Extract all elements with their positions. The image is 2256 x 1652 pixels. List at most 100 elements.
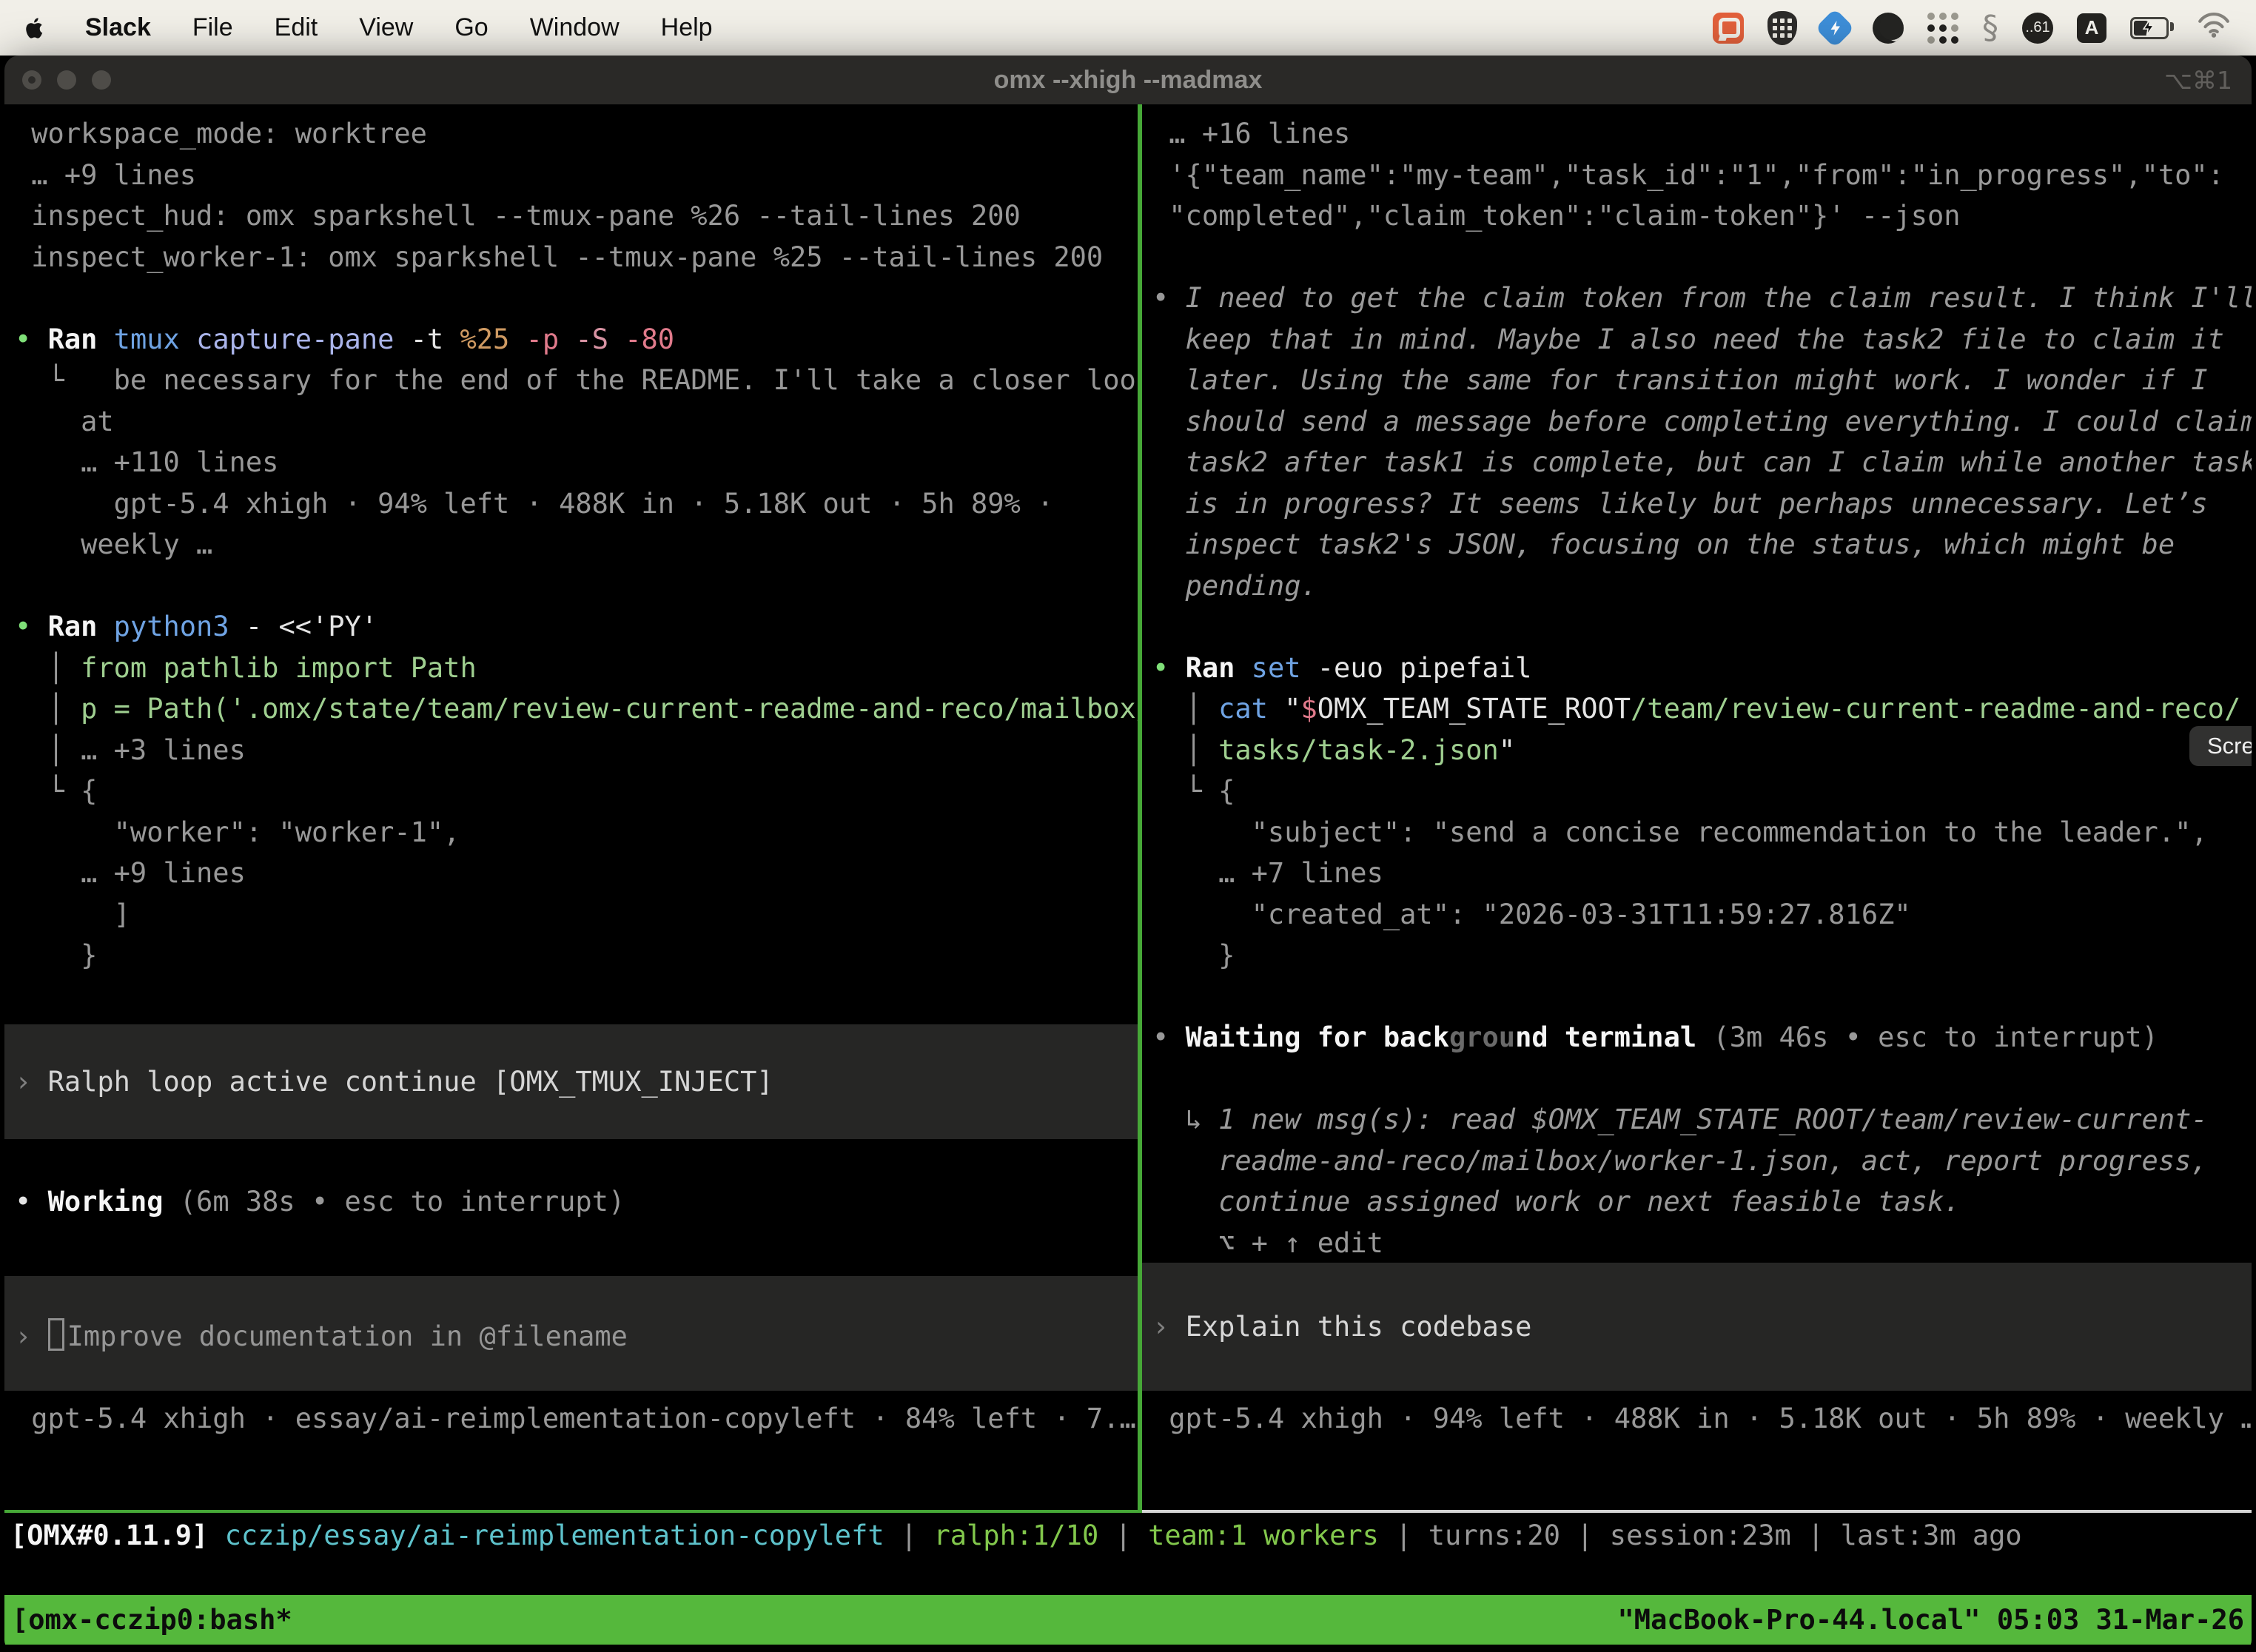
terminal-line: • Ran set -euo pipefail: [1152, 648, 2252, 689]
apple-menu-icon[interactable]: [25, 16, 45, 40]
text-segment: /team/review-current-readme-and-reco/: [1631, 693, 2240, 725]
text-segment: nd terminal: [1515, 1021, 1696, 1053]
terminal-line: └ be necessary for the end of the README…: [15, 360, 1138, 401]
text-segment: }: [1152, 939, 1235, 971]
text-segment: 1 new msg(s): read $OMX_TEAM_STATE_ROOT/…: [1218, 1104, 2208, 1135]
left-working-status: • Working (6m 38s • esc to interrupt): [4, 1181, 1138, 1223]
text-segment: python3: [114, 611, 246, 642]
left-ralph-loop-banner[interactable]: › Ralph loop active continue [OMX_TMUX_I…: [4, 1024, 1138, 1139]
terminal-line: [OMX#0.11.9] cczip/essay/ai-reimplementa…: [10, 1515, 2252, 1557]
omx-status-line: [OMX#0.11.9] cczip/essay/ai-reimplementa…: [10, 1515, 2252, 1557]
text-segment: pending.: [1152, 570, 1317, 602]
text-segment: ": [1499, 734, 1515, 766]
text-segment: | turns:20 | session:23m | last:3m ago: [1379, 1520, 2022, 1551]
text-segment: ⌥ + ↑ edit: [1152, 1227, 1383, 1259]
text-segment: -S: [575, 323, 625, 355]
blue-bolt-badge-icon[interactable]: [1815, 8, 1855, 48]
text-segment: inspect_hud: omx sparkshell --tmux-pane …: [15, 200, 1021, 232]
terminal-line: continue assigned work or next feasible …: [1152, 1181, 2252, 1223]
chat-app-icon[interactable]: [1713, 13, 1744, 44]
terminal-line: "created_at": "2026-03-31T11:59:27.816Z": [1152, 894, 2252, 936]
keyboard-layout-icon[interactable]: A: [2077, 13, 2106, 43]
left-pane-scrollback: workspace_mode: worktree … +9 lines insp…: [4, 104, 1138, 976]
terminal-line: › Explain this codebase: [1152, 1306, 1531, 1348]
zoom-button[interactable]: [92, 70, 111, 90]
terminal-window: omx --xhigh --madmax ⌥⌘1 workspace_mode:…: [4, 56, 2252, 1652]
text-segment: is in progress? It seems likely but perh…: [1152, 488, 2208, 520]
text-segment: $: [1301, 693, 1317, 725]
text-segment: -p: [526, 323, 576, 355]
window-titlebar[interactable]: omx --xhigh --madmax ⌥⌘1: [4, 56, 2252, 104]
terminal-line: [15, 565, 1138, 607]
text-segment: │: [15, 652, 81, 684]
squiggle-icon[interactable]: §: [1982, 12, 1998, 44]
terminal-line: later. Using the same for transition mig…: [1152, 360, 2252, 401]
terminal-line: }: [15, 935, 1138, 976]
text-segment: Ran: [1186, 652, 1252, 684]
left-model-status-line: gpt-5.4 xhigh · essay/ai-reimplementatio…: [4, 1398, 1138, 1440]
close-button[interactable]: [22, 70, 41, 90]
terminal-line: task2 after task1 is complete, but can I…: [1152, 442, 2252, 483]
text-segment: ]: [15, 899, 130, 930]
left-prompt-input[interactable]: › Improve documentation in @filename: [4, 1276, 1138, 1391]
terminal-line: … +7 lines: [1152, 853, 2252, 894]
terminal-line: └ {: [1152, 770, 2252, 812]
text-segment: Waiting for back: [1186, 1021, 1449, 1053]
terminal-line: │ cat "$OMX_TEAM_STATE_ROOT/team/review-…: [1152, 688, 2252, 730]
pane-right[interactable]: … +16 lines '{"team_name":"my-team","tas…: [1142, 104, 2252, 1510]
text-segment: "completed","claim_token":"claim-token"}…: [1152, 200, 1961, 232]
count-badge-icon[interactable]: ..61: [2022, 13, 2053, 44]
menu-item-go[interactable]: Go: [454, 13, 488, 41]
text-segment: •: [15, 323, 48, 355]
wifi-icon[interactable]: [2197, 11, 2231, 44]
terminal-line: weekly …: [15, 524, 1138, 565]
text-segment: p = Path('.omx/state/team/review-current…: [81, 693, 1138, 725]
menu-item-edit[interactable]: Edit: [275, 13, 318, 41]
text-segment: Improve documentation in @filename: [67, 1320, 628, 1352]
dots-grid-icon[interactable]: [1927, 13, 1958, 44]
shield-grid-icon[interactable]: [1767, 11, 1797, 45]
text-segment: |: [1098, 1520, 1148, 1551]
terminal-line: gpt-5.4 xhigh · essay/ai-reimplementatio…: [15, 1398, 1138, 1440]
terminal-line: │ p = Path('.omx/state/team/review-curre…: [15, 688, 1138, 730]
text-segment: Ran: [48, 323, 114, 355]
menu-item-view[interactable]: View: [359, 13, 413, 41]
text-segment: (3m 46s • esc to interrupt): [1696, 1021, 2158, 1053]
minimize-button[interactable]: [57, 70, 76, 90]
terminal-line: pending.: [1152, 565, 2252, 607]
tmux-status-bar: [omx-cczip0:bash* "MacBook-Pro-44.local"…: [4, 1595, 2252, 1645]
terminal-line: [1152, 237, 2252, 278]
menu-item-help[interactable]: Help: [661, 13, 713, 41]
text-segment: weekly …: [15, 528, 212, 560]
text-segment: Explain this codebase: [1186, 1311, 1532, 1343]
terminal-line: [1152, 1058, 2252, 1100]
terminal-line: workspace_mode: worktree: [15, 113, 1138, 155]
menu-app-name[interactable]: Slack: [85, 13, 151, 42]
text-segment: -euo pipefail: [1317, 652, 1532, 684]
tmux-session-label[interactable]: [omx-cczip0:bash*: [12, 1604, 1618, 1636]
text-segment: set: [1252, 652, 1317, 684]
terminal-line: gpt-5.4 xhigh · 94% left · 488K in · 5.1…: [15, 483, 1138, 525]
text-segment: inspect task2's JSON, focusing on the st…: [1152, 528, 2175, 560]
text-segment: … +110 lines: [15, 446, 278, 478]
right-prompt-input[interactable]: › Explain this codebase: [1142, 1263, 2252, 1391]
terminal-line: │ … +3 lines: [15, 730, 1138, 771]
text-segment: "created_at": "2026-03-31T11:59:27.816Z": [1152, 899, 1911, 930]
text-segment: •: [1152, 282, 1186, 314]
menu-item-window[interactable]: Window: [530, 13, 620, 41]
menu-item-file[interactable]: File: [192, 13, 233, 41]
pie-circle-icon[interactable]: [1873, 13, 1904, 44]
text-segment: |: [884, 1520, 934, 1551]
battery-icon[interactable]: [2130, 17, 2169, 39]
pane-left[interactable]: workspace_mode: worktree … +9 lines insp…: [4, 104, 1138, 1510]
text-segment: └ {: [1152, 775, 1235, 807]
text-segment: -80: [625, 323, 674, 355]
terminal-line: "worker": "worker-1",: [15, 812, 1138, 853]
text-segment: └ {: [15, 775, 97, 807]
text-segment: •: [1152, 1021, 1186, 1053]
text-segment: ": [1284, 693, 1300, 725]
tmux-host-clock: "MacBook-Pro-44.local" 05:03 31-Mar-26: [1618, 1604, 2244, 1636]
text-segment: keep that in mind. Maybe I also need the…: [1152, 323, 2224, 355]
text-segment: inspect_worker-1: omx sparkshell --tmux-…: [15, 241, 1103, 273]
terminal-line: "completed","claim_token":"claim-token"}…: [1152, 195, 2252, 237]
